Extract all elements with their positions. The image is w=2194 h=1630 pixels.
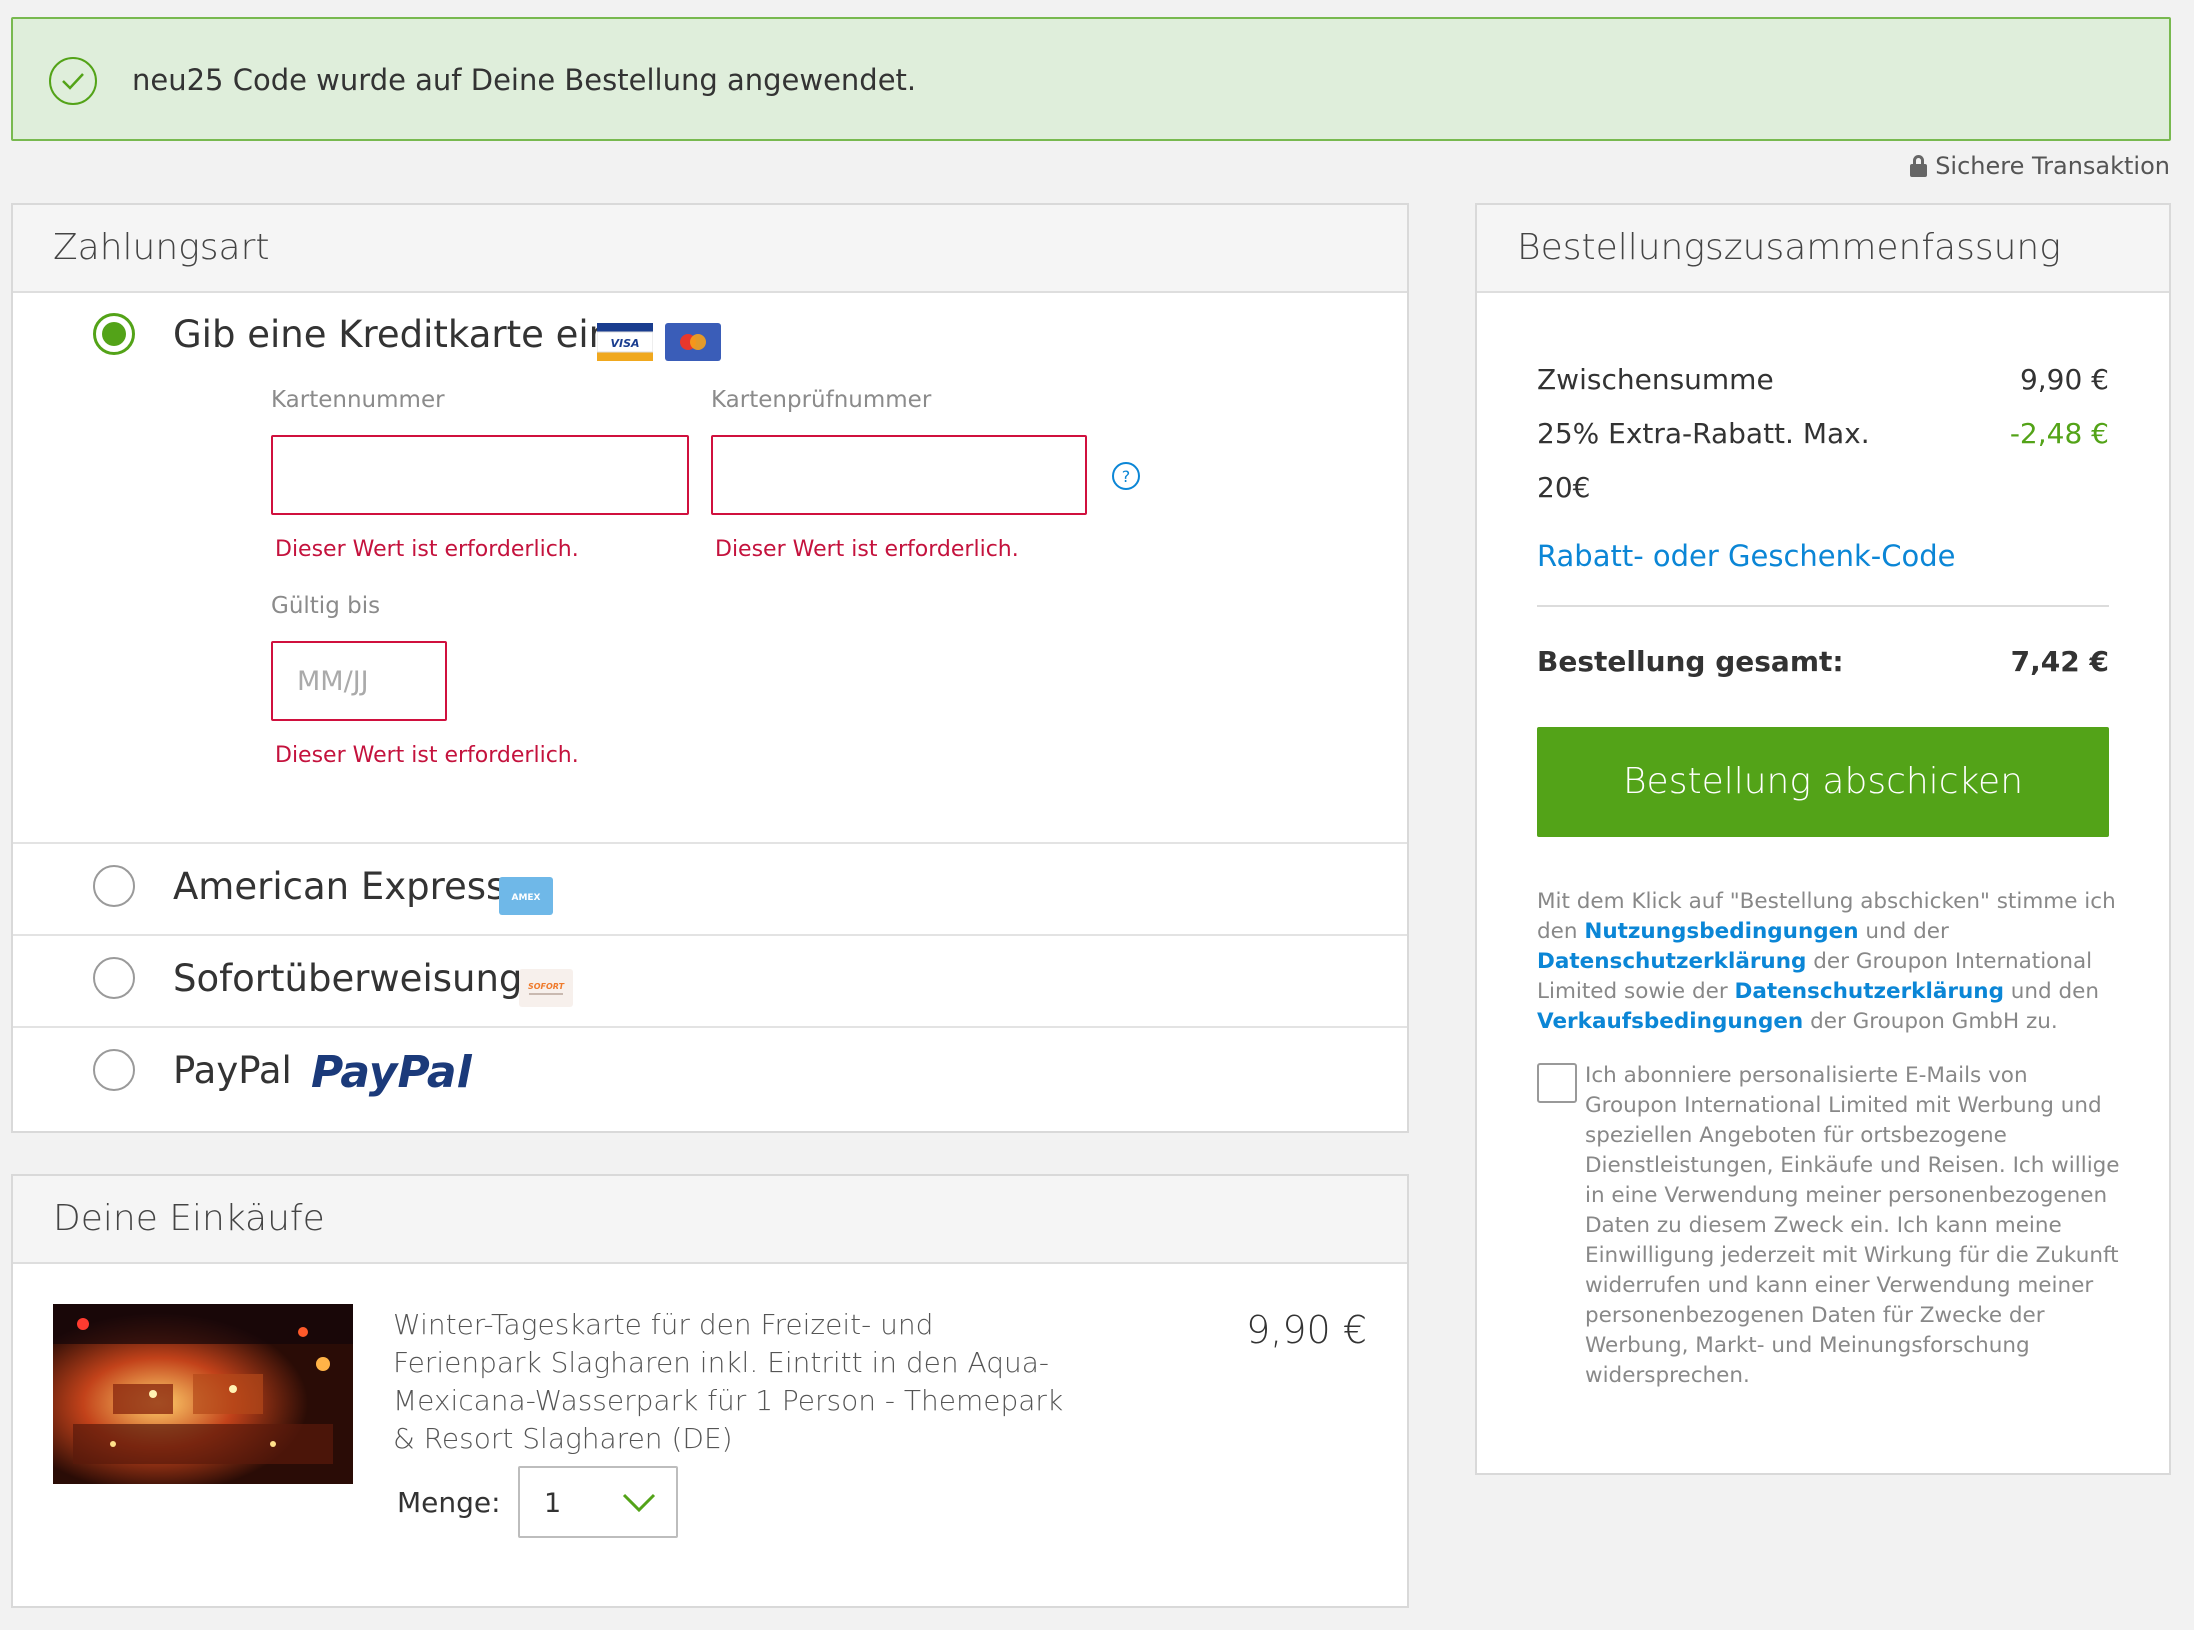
expiry-input[interactable]: [271, 641, 447, 721]
sofort-label[interactable]: Sofortüberweisung: [173, 957, 522, 1000]
product-image[interactable]: [53, 1304, 353, 1484]
chevron-down-icon: [622, 1492, 656, 1518]
legal-text-part: der Groupon GmbH zu.: [1803, 1009, 2058, 1034]
lock-icon: [1910, 155, 1928, 177]
banner-message: neu25 Code wurde auf Deine Bestellung an…: [132, 63, 917, 97]
subtotal-value: 9,90 €: [2019, 363, 2109, 396]
divider: [13, 1026, 1407, 1028]
secure-label: Sichere Transaktion: [1935, 152, 2170, 180]
credit-card-label[interactable]: Gib eine Kreditkarte ein: [173, 313, 612, 356]
svg-text:VISA: VISA: [610, 337, 639, 350]
card-number-input[interactable]: [271, 435, 689, 515]
total-value: 7,42 €: [2010, 645, 2109, 678]
sales-terms-link[interactable]: Verkaufsbedingungen: [1537, 1009, 1803, 1034]
quantity-value: 1: [544, 1488, 562, 1519]
subtotal-label: Zwischensumme: [1537, 363, 1774, 396]
submit-order-button[interactable]: Bestellung abschicken: [1537, 727, 2109, 837]
privacy-link-gmbh[interactable]: Datenschutzerklärung: [1735, 979, 2004, 1004]
discount-label-line2: 20€: [1537, 471, 1591, 504]
cvc-error: Dieser Wert ist erforderlich.: [715, 537, 1019, 562]
secure-transaction: Sichere Transaktion: [1910, 152, 2170, 180]
visa-icon: VISA: [596, 323, 654, 361]
order-summary-panel: Bestellungszusammenfassung Zwischensumme…: [1475, 203, 2171, 1475]
success-banner: neu25 Code wurde auf Deine Bestellung an…: [11, 17, 2171, 141]
subscribe-text: Ich abonniere personalisierte E-Mails vo…: [1585, 1063, 2120, 1388]
amex-label[interactable]: American Express: [173, 865, 505, 908]
divider: [13, 934, 1407, 936]
expiry-error: Dieser Wert ist erforderlich.: [275, 743, 579, 768]
radio-paypal[interactable]: [93, 1049, 135, 1091]
svg-text:AMEX: AMEX: [511, 893, 540, 903]
svg-text:?: ?: [1122, 467, 1131, 486]
product-title[interactable]: Winter-Tageskarte für den Freizeit- und …: [393, 1306, 1083, 1458]
privacy-link-international[interactable]: Datenschutzerklärung: [1537, 949, 1806, 974]
summary-title: Bestellungszusammenfassung: [1517, 227, 2061, 268]
total-label: Bestellung gesamt:: [1537, 645, 1844, 678]
radio-amex[interactable]: [93, 865, 135, 907]
legal-text-part: und der: [1858, 919, 1949, 944]
divider: [1537, 605, 2109, 607]
divider: [13, 842, 1407, 844]
card-number-label: Kartennummer: [271, 387, 445, 413]
legal-text: Mit dem Klick auf "Bestellung abschicken…: [1537, 887, 2127, 1037]
payment-title: Zahlungsart: [53, 227, 270, 268]
paypal-logo-icon: PayPal: [311, 1043, 481, 1103]
amex-icon: AMEX: [499, 877, 553, 915]
cart-panel: Deine Einkäufe Winter-Tageskarte für den…: [11, 1174, 1409, 1608]
svg-text:PayPal: PayPal: [311, 1047, 473, 1098]
payment-panel-header: Zahlungsart: [13, 205, 1407, 293]
subscribe-checkbox[interactable]: [1537, 1063, 1577, 1103]
expiry-label: Gültig bis: [271, 593, 381, 619]
radio-sofort[interactable]: [93, 957, 135, 999]
cvc-input[interactable]: [711, 435, 1087, 515]
help-icon[interactable]: ?: [1111, 461, 1141, 491]
summary-panel-header: Bestellungszusammenfassung: [1477, 205, 2169, 293]
payment-panel: Zahlungsart Gib eine Kreditkarte ein VIS…: [11, 203, 1409, 1133]
radio-credit-card[interactable]: [93, 313, 135, 355]
discount-code-link[interactable]: Rabatt- oder Geschenk-Code: [1537, 539, 1956, 573]
discount-label-line1: 25% Extra-Rabatt. Max.: [1537, 417, 1870, 450]
top-cutoff-strip: [0, 0, 2194, 10]
quantity-label: Menge:: [397, 1486, 501, 1519]
legal-text-part: und den: [2003, 979, 2100, 1004]
terms-link[interactable]: Nutzungsbedingungen: [1584, 919, 1858, 944]
cart-title: Deine Einkäufe: [53, 1198, 325, 1239]
svg-text:SOFORT: SOFORT: [528, 982, 565, 991]
quantity-select[interactable]: 1: [518, 1466, 678, 1538]
discount-value: -2,48 €: [2009, 417, 2109, 450]
check-circle-icon: [49, 57, 97, 105]
product-price: 9,90 €: [1246, 1308, 1367, 1352]
paypal-label[interactable]: PayPal: [173, 1049, 292, 1092]
cart-panel-header: Deine Einkäufe: [13, 1176, 1407, 1264]
card-number-error: Dieser Wert ist erforderlich.: [275, 537, 579, 562]
cvc-label: Kartenprüfnummer: [711, 387, 932, 413]
mastercard-icon: [665, 323, 721, 361]
sofort-icon: SOFORT: [519, 969, 573, 1007]
